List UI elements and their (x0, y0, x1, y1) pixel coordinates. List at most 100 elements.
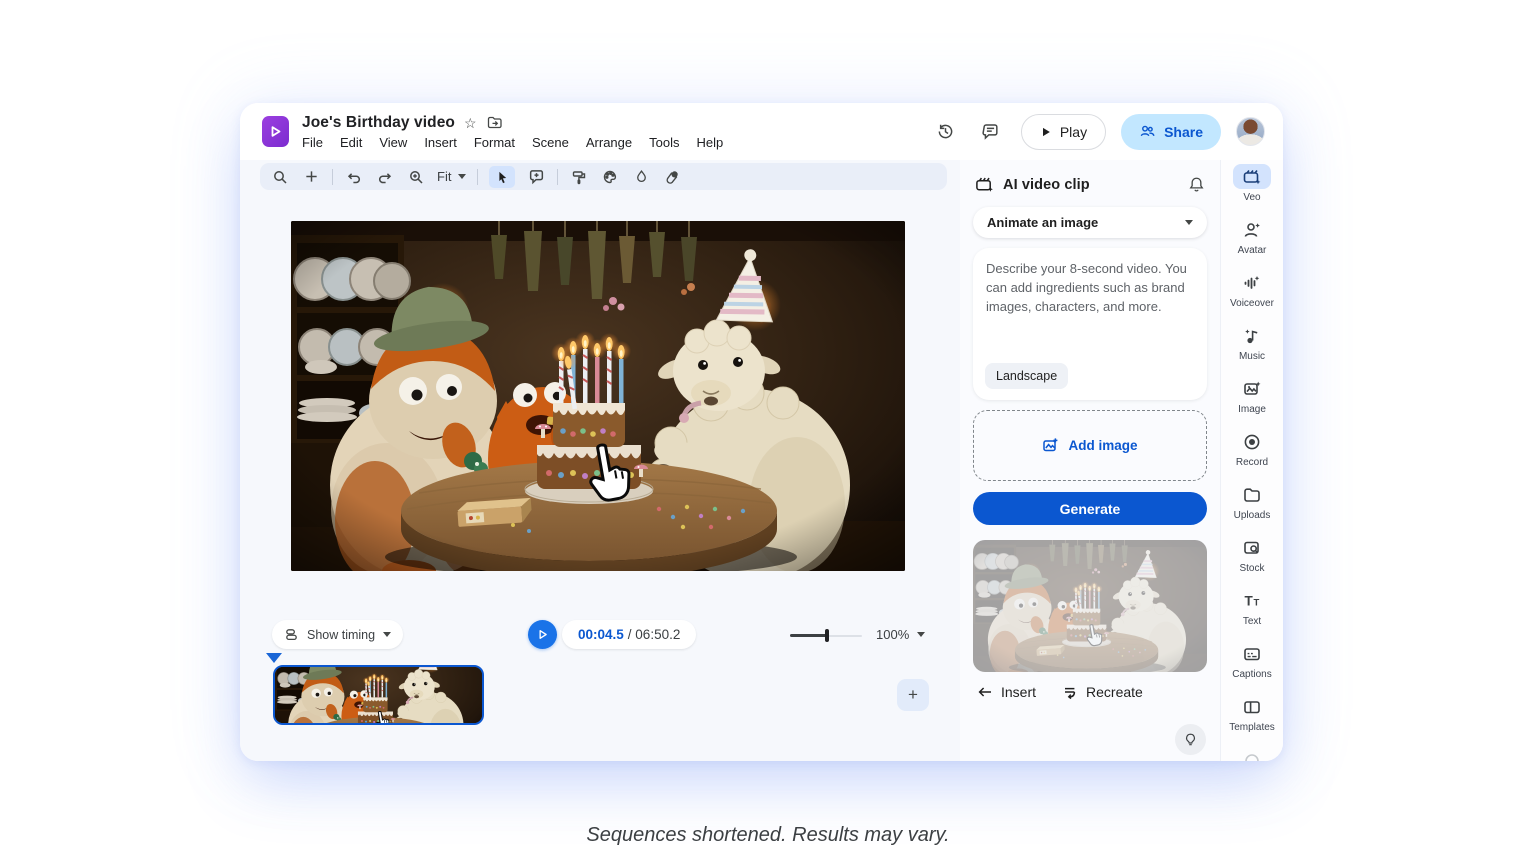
prompt-input[interactable] (986, 260, 1194, 352)
notifications-bell-icon[interactable] (1188, 176, 1205, 193)
rail-item-partial (1242, 749, 1262, 761)
rail-item-stock[interactable]: Stock (1239, 535, 1264, 574)
timeline-clip-thumbnail[interactable] (273, 665, 484, 725)
svg-text:T: T (1254, 597, 1260, 608)
menu-file[interactable]: File (302, 135, 323, 150)
ai-video-clip-panel: AI video clip Animate an image Landscape… (960, 160, 1220, 761)
lightbulb-icon (1183, 732, 1198, 747)
svg-text:T: T (1245, 593, 1254, 608)
chevron-down-icon (458, 174, 466, 179)
toolbar-divider (332, 169, 333, 185)
editor-area: Fit Show timing (240, 160, 960, 761)
vids-logo-icon[interactable] (262, 116, 289, 147)
toolbar-divider (477, 169, 478, 185)
document-title[interactable]: Joe's Birthday video (302, 114, 455, 132)
zoom-in-icon[interactable] (406, 167, 426, 187)
rail-item-music[interactable]: Music (1239, 323, 1265, 362)
aspect-ratio-chip[interactable]: Landscape (985, 363, 1068, 389)
video-canvas[interactable] (291, 221, 905, 571)
toolbar-divider (557, 169, 558, 185)
select-tool-button[interactable] (489, 166, 515, 188)
timeline-play-button[interactable] (528, 620, 557, 649)
menu-format[interactable]: Format (474, 135, 515, 150)
rail-item-templates[interactable]: Templates (1229, 694, 1275, 733)
menu-tools[interactable]: Tools (649, 135, 679, 150)
insert-button[interactable]: Insert (977, 684, 1036, 700)
voiceover-icon (1242, 273, 1262, 293)
play-button[interactable]: Play (1021, 114, 1106, 150)
veo-icon (1242, 167, 1262, 187)
zoom-fit-select[interactable]: Fit (437, 169, 466, 184)
total-time: / 06:50.2 (628, 627, 681, 642)
move-folder-icon[interactable] (486, 114, 502, 132)
comments-icon[interactable] (976, 117, 1006, 147)
menu-bar: File Edit View Insert Format Scene Arran… (302, 135, 723, 150)
menu-edit[interactable]: Edit (340, 135, 362, 150)
playhead-marker[interactable] (266, 653, 282, 663)
slider-handle[interactable] (825, 629, 829, 642)
arrow-left-icon (977, 684, 993, 700)
version-history-icon[interactable] (931, 117, 961, 147)
image-icon (1242, 379, 1262, 399)
menu-scene[interactable]: Scene (532, 135, 569, 150)
account-avatar[interactable] (1236, 117, 1265, 146)
toolbar: Fit (260, 163, 947, 190)
google-vids-window: Joe's Birthday video ☆ File Edit View In… (240, 103, 1283, 761)
rail-item-captions[interactable]: Captions (1232, 641, 1271, 680)
current-time: 00:04.5 (578, 627, 624, 642)
page: Joe's Birthday video ☆ File Edit View In… (0, 0, 1536, 864)
menu-arrange[interactable]: Arrange (586, 135, 632, 150)
add-comment-icon[interactable] (526, 167, 546, 187)
add-icon[interactable] (301, 167, 321, 187)
text-icon: TT (1242, 591, 1262, 611)
veo-clip-icon (975, 175, 994, 194)
chevron-down-icon (917, 632, 925, 637)
rail-item-avatar[interactable]: Avatar (1238, 217, 1267, 256)
recreate-icon (1062, 684, 1078, 700)
menu-insert[interactable]: Insert (424, 135, 457, 150)
avatar-icon (1242, 220, 1262, 240)
search-icon[interactable] (270, 167, 290, 187)
share-button[interactable]: Share (1121, 114, 1221, 150)
rail-item-text[interactable]: TT Text (1242, 588, 1262, 627)
tips-lightbulb-button[interactable] (1175, 724, 1206, 755)
add-scene-button[interactable]: + (897, 679, 929, 711)
rail-item-image[interactable]: Image (1238, 376, 1266, 415)
rail-item-record[interactable]: Record (1236, 429, 1268, 468)
redo-icon[interactable] (375, 167, 395, 187)
eraser-icon[interactable] (662, 167, 682, 187)
prompt-card: Landscape (973, 248, 1207, 400)
timeline-zoom-level[interactable]: 100% (876, 627, 925, 642)
feature-rail: Veo Avatar Voiceover Music Image (1220, 160, 1283, 761)
mode-select[interactable]: Animate an image (973, 207, 1207, 238)
templates-icon (1242, 697, 1262, 717)
generated-result-thumbnail[interactable] (973, 540, 1207, 672)
panel-title: AI video clip (1003, 177, 1090, 193)
undo-icon[interactable] (344, 167, 364, 187)
rail-item-uploads[interactable]: Uploads (1234, 482, 1271, 521)
add-image-dropzone[interactable]: Add image (973, 410, 1207, 481)
app-header: Joe's Birthday video ☆ File Edit View In… (240, 103, 1283, 160)
music-icon (1242, 326, 1262, 346)
menu-help[interactable]: Help (696, 135, 723, 150)
recreate-button[interactable]: Recreate (1062, 684, 1143, 700)
title-block: Joe's Birthday video ☆ File Edit View In… (302, 114, 723, 150)
stock-media-icon (1242, 538, 1262, 558)
rail-item-voiceover[interactable]: Voiceover (1230, 270, 1274, 309)
timeline-zoom-slider[interactable] (790, 632, 862, 638)
record-icon (1242, 432, 1262, 452)
theme-colors-icon[interactable] (600, 167, 620, 187)
add-image-icon (1042, 437, 1059, 454)
captions-icon (1242, 644, 1262, 664)
menu-view[interactable]: View (379, 135, 407, 150)
paint-format-icon[interactable] (569, 167, 589, 187)
show-timing-dropdown[interactable]: Show timing (272, 620, 403, 649)
disclaimer-caption: Sequences shortened. Results may vary. (0, 824, 1536, 847)
chevron-down-icon (383, 632, 391, 637)
time-indicator: 00:04.5 / 06:50.2 (562, 620, 696, 649)
star-icon[interactable]: ☆ (464, 116, 477, 130)
generate-button[interactable]: Generate (973, 492, 1207, 525)
background-icon[interactable] (631, 167, 651, 187)
rail-item-veo[interactable]: Veo (1233, 164, 1271, 203)
uploads-folder-icon (1242, 485, 1262, 505)
